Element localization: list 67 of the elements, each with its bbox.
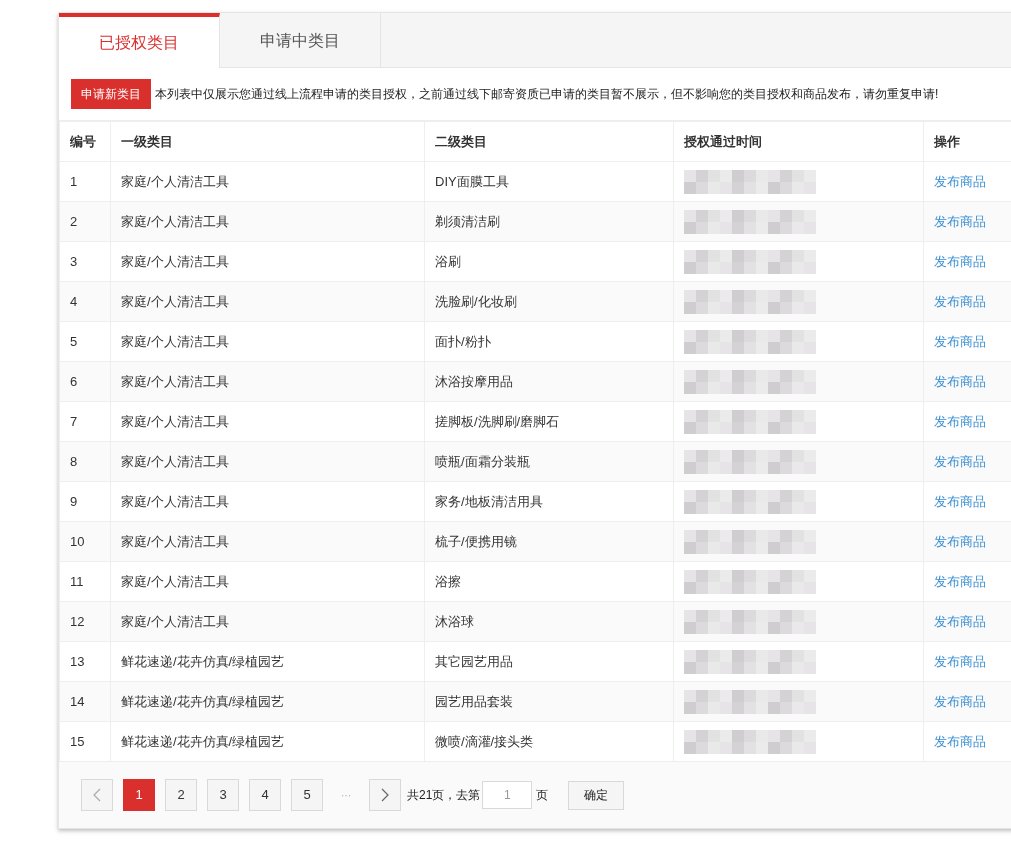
table-cell: 家庭/个人清洁工具	[121, 573, 229, 589]
column-header: 一级类目	[121, 133, 173, 149]
table-cell: 6	[70, 373, 78, 389]
table-cell: 家庭/个人清洁工具	[121, 253, 229, 269]
table-cell: 鲜花速递/花卉仿真/绿植园艺	[121, 733, 285, 749]
table-cell: 鲜花速递/花卉仿真/绿植园艺	[121, 653, 285, 669]
table-cell: 剃须清洁刷	[435, 213, 500, 229]
page-ellipsis: ···	[340, 788, 352, 803]
column-header: 操作	[934, 133, 960, 149]
confirm-button[interactable]: 确定	[568, 780, 625, 810]
table-cell: 沐浴球	[435, 613, 474, 629]
table-cell: 微喷/滴灌/接头类	[435, 733, 534, 749]
table-cell: 其它园艺用品	[435, 653, 513, 669]
chevron-left-icon	[93, 788, 101, 802]
table-cell: 家庭/个人清洁工具	[121, 613, 229, 629]
table-cell: 浴擦	[435, 573, 461, 589]
table-cell: 家庭/个人清洁工具	[121, 373, 229, 389]
table-cell: 家庭/个人清洁工具	[121, 493, 229, 509]
table-cell: 2	[70, 213, 78, 229]
column-header: 授权通过时间	[684, 133, 762, 149]
table-cell: 家庭/个人清洁工具	[121, 213, 229, 229]
chevron-right-icon	[381, 788, 389, 802]
page-button[interactable]: 1	[123, 779, 155, 811]
table-cell: 7	[70, 413, 78, 429]
table-cell: 沐浴按摩用品	[435, 373, 513, 389]
page-number-field[interactable]: 1	[482, 781, 533, 809]
table-cell: 喷瓶/面霜分装瓶	[435, 453, 530, 469]
table-cell: 8	[70, 453, 78, 469]
table-cell: 9	[70, 493, 78, 509]
table-cell: 1	[70, 173, 78, 189]
table-cell: 11	[70, 573, 84, 589]
table-cell: 家庭/个人清洁工具	[121, 453, 229, 469]
page-button[interactable]: 4	[249, 779, 281, 811]
table-cell: 家庭/个人清洁工具	[121, 333, 229, 349]
notice-text: 本列表中仅展示您通过线上流程申请的类目授权，之前通过线下邮寄资质已申请的类目暂不展示，但不影响您的类目授权和商品发布，请勿重复申请!	[155, 86, 939, 103]
page-suffix-text: 页	[536, 787, 549, 804]
column-header: 二级类目	[435, 133, 487, 149]
tab[interactable]: 已授权类目	[59, 13, 220, 68]
table-cell: 10	[70, 533, 85, 549]
table-cell: 浴刷	[435, 253, 461, 269]
table-cell: 梳子/便携用镜	[435, 533, 517, 549]
table-cell: 12	[70, 613, 85, 629]
page-button[interactable]: 3	[207, 779, 239, 811]
table-cell: 5	[70, 333, 78, 349]
table-cell: 家庭/个人清洁工具	[121, 173, 229, 189]
table-cell: 园艺用品套装	[435, 693, 513, 709]
table-cell: 鲜花速递/花卉仿真/绿植园艺	[121, 693, 285, 709]
table-cell: 家庭/个人清洁工具	[121, 533, 229, 549]
table-cell: 家务/地板清洁用具	[435, 493, 543, 509]
table-cell: 面扑/粉扑	[435, 333, 491, 349]
table-cell: 洗脸刷/化妆刷	[435, 293, 517, 309]
table-cell: 家庭/个人清洁工具	[121, 413, 229, 429]
column-header: 编号	[70, 133, 96, 149]
table-cell: 15	[70, 733, 85, 749]
table-cell: 4	[70, 293, 78, 309]
previous-page-button[interactable]	[81, 779, 113, 811]
table-cell: 搓脚板/洗脚刷/磨脚石	[435, 413, 560, 429]
table-cell: 3	[70, 253, 78, 269]
apply-new-category-button[interactable]: 申请新类目	[71, 79, 151, 109]
table-cell: 14	[70, 693, 85, 709]
table-cell: 家庭/个人清洁工具	[121, 293, 229, 309]
next-page-button[interactable]	[369, 779, 401, 811]
total-pages-text: 共21页，去第	[407, 787, 481, 804]
table-cell: 13	[70, 653, 85, 669]
table-cell: DIY面膜工具	[435, 173, 509, 189]
page-button[interactable]: 5	[291, 779, 323, 811]
page-button[interactable]: 2	[165, 779, 197, 811]
